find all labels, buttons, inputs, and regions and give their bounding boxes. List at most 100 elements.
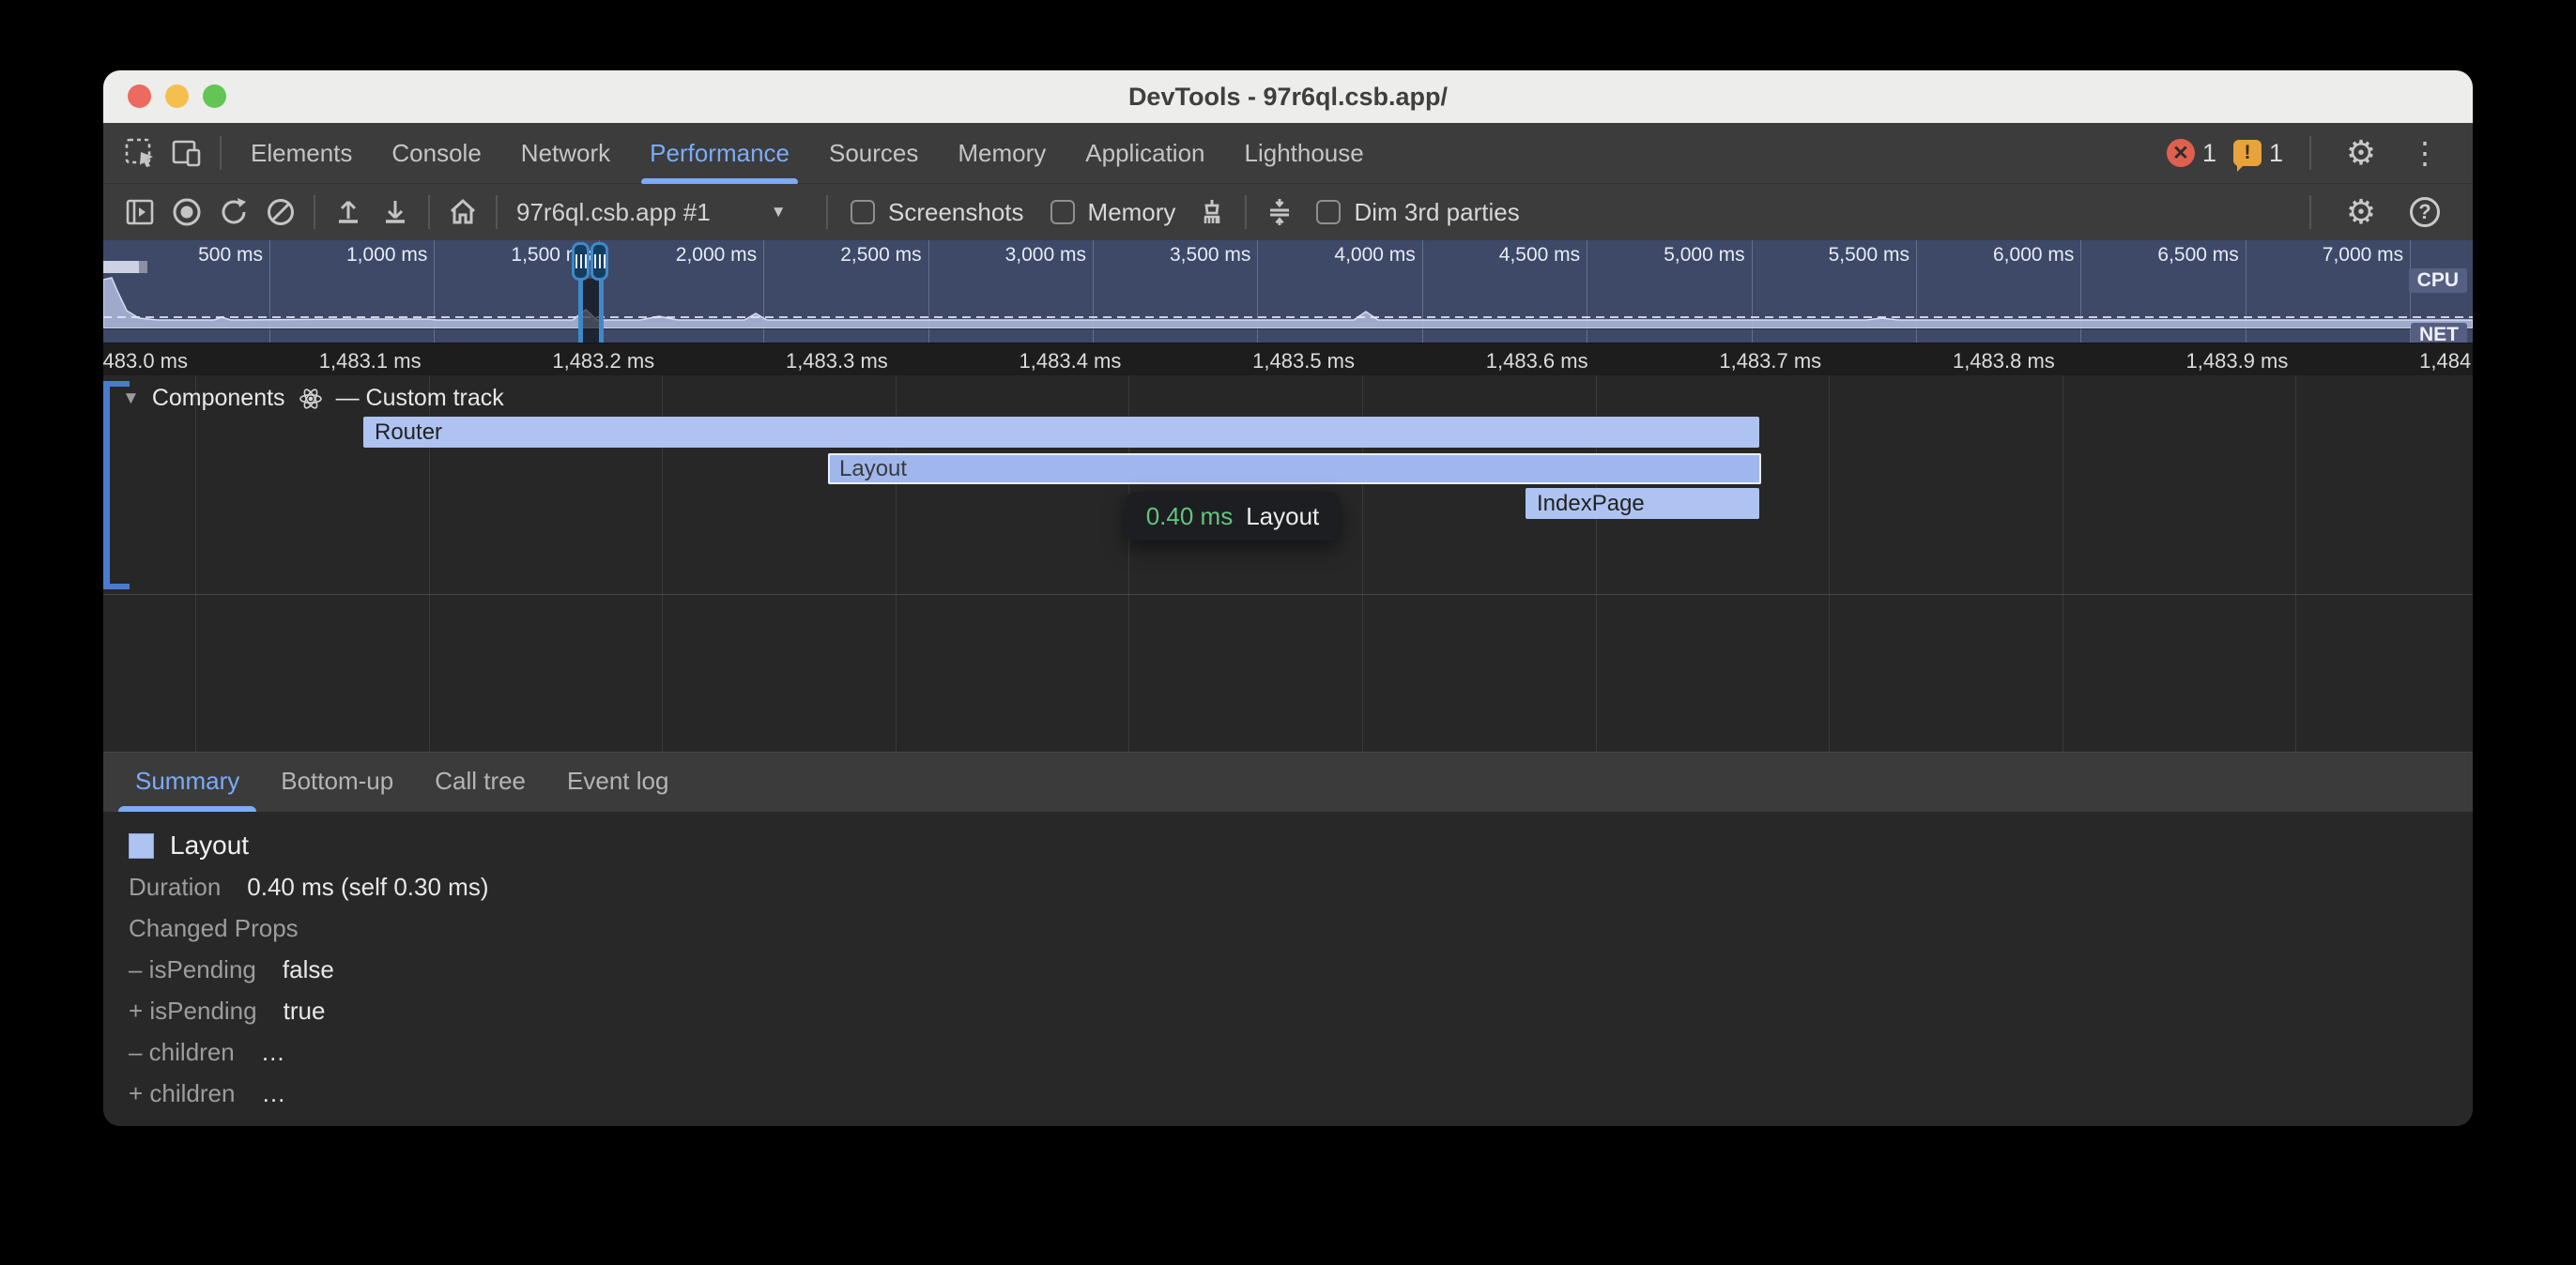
chevron-down-icon: ▼ xyxy=(771,203,787,221)
overview-tick-label: 1,000 ms xyxy=(277,244,427,267)
overview-tick-label: 4,000 ms xyxy=(1265,244,1416,267)
tab-lighthouse[interactable]: Lighthouse xyxy=(1225,123,1384,184)
net-lane-label: NET xyxy=(2411,323,2467,343)
summary-value: … xyxy=(261,1038,285,1067)
cpu-activity-chart xyxy=(103,267,2473,328)
tooltip-duration: 0.40 ms xyxy=(1146,502,1234,531)
track-divider xyxy=(103,594,2473,595)
overview-tick-label: 2,500 ms xyxy=(772,244,922,267)
close-window-button[interactable] xyxy=(128,84,151,108)
window-title: DevTools - 97r6ql.csb.app/ xyxy=(1128,83,1448,112)
cpu-lane-label: CPU xyxy=(2409,268,2467,293)
flamechart-gridline xyxy=(2062,375,2063,752)
tab-call-tree[interactable]: Call tree xyxy=(414,752,546,812)
flame-event-indexpage[interactable]: IndexPage xyxy=(1526,488,1759,519)
tab-elements[interactable]: Elements xyxy=(231,123,372,184)
upload-profile-icon[interactable] xyxy=(325,189,372,236)
target-selector-dropdown[interactable]: 97r6ql.csb.app #1 ▼ xyxy=(507,198,817,227)
overview-tick-label: 4,500 ms xyxy=(1430,244,1580,267)
ruler-tick-label: 1,483.7 ms xyxy=(1607,343,1821,375)
performance-toolbar: 97r6ql.csb.app #1 ▼ Screenshots Memory D… xyxy=(103,184,2473,240)
divider xyxy=(496,195,498,229)
divider xyxy=(826,195,828,229)
overview-tick-label: 2,000 ms xyxy=(606,244,757,267)
clear-icon[interactable] xyxy=(257,189,304,236)
tab-summary[interactable]: Summary xyxy=(115,752,260,812)
ruler-tick-label: 1,484.0 ms xyxy=(2308,343,2473,375)
download-profile-icon[interactable] xyxy=(372,189,419,236)
more-options-icon[interactable]: ⋮ xyxy=(2401,130,2448,176)
track-suffix: — Custom track xyxy=(336,385,504,412)
collapse-triangle-icon[interactable]: ▼ xyxy=(122,389,140,409)
toggle-sidebar-icon[interactable] xyxy=(116,189,163,236)
capture-settings-gear-icon[interactable]: ⚙ xyxy=(2338,189,2384,236)
tab-bottom-up[interactable]: Bottom-up xyxy=(260,752,414,812)
overview-tick-label: 6,500 ms xyxy=(2089,244,2239,267)
dim-3rd-parties-checkbox[interactable]: Dim 3rd parties xyxy=(1316,198,1519,227)
timeline-overview[interactable]: 500 ms1,000 ms1,500 ms2,000 ms2,500 ms3,… xyxy=(103,240,2473,343)
track-header[interactable]: ▼ Components — Custom track xyxy=(122,385,504,412)
overview-tick-label: 3,000 ms xyxy=(936,244,1086,267)
ruler-tick-label: 1,483.2 ms xyxy=(440,343,654,375)
divider xyxy=(2309,136,2311,170)
console-errors-badge[interactable]: ✕ 1 xyxy=(2167,139,2216,168)
selection-right-handle[interactable] xyxy=(590,242,608,281)
summary-row: – children… xyxy=(129,1031,2473,1073)
zoom-window-button[interactable] xyxy=(203,84,226,108)
inspect-element-icon[interactable] xyxy=(116,130,163,176)
ruler-tick-label: 1,483.1 ms xyxy=(207,343,422,375)
selection-left-handle[interactable] xyxy=(572,242,590,281)
error-icon: ✕ xyxy=(2167,139,2195,167)
tab-performance[interactable]: Performance xyxy=(630,123,809,184)
summary-key: – isPending xyxy=(129,955,256,984)
overview-tick-label: 5,500 ms xyxy=(1759,244,1909,267)
flamechart-area[interactable]: ▼ Components — Custom track Router Layout… xyxy=(103,375,2473,752)
device-toolbar-icon[interactable] xyxy=(163,130,210,176)
tooltip-label: Layout xyxy=(1246,502,1319,531)
devtools-window: DevTools - 97r6ql.csb.app/ ElementsConso… xyxy=(103,70,2473,1126)
minimize-window-button[interactable] xyxy=(165,84,189,108)
settings-gear-icon[interactable]: ⚙ xyxy=(2338,130,2384,176)
summary-key: + isPending xyxy=(129,997,257,1026)
summary-row: + isPendingtrue xyxy=(129,990,2473,1031)
garbage-collect-icon[interactable] xyxy=(1188,189,1235,236)
summary-row: – isPending false xyxy=(129,949,2473,990)
details-tabbar: SummaryBottom-upCall treeEvent log xyxy=(103,752,2473,812)
divider xyxy=(428,195,430,229)
flamechart-ruler: 1,483.0 ms1,483.1 ms1,483.2 ms1,483.3 ms… xyxy=(103,343,2473,375)
tab-sources[interactable]: Sources xyxy=(809,123,938,184)
home-icon[interactable] xyxy=(439,189,486,236)
summary-key: Changed Props xyxy=(129,914,299,943)
devtools-tabbar: ElementsConsoleNetworkPerformanceSources… xyxy=(103,123,2473,184)
record-icon[interactable] xyxy=(163,189,210,236)
summary-value: … xyxy=(261,1079,285,1108)
summary-key: + children xyxy=(129,1079,235,1108)
memory-checkbox[interactable]: Memory xyxy=(1050,198,1176,227)
tab-console[interactable]: Console xyxy=(372,123,500,184)
divider xyxy=(1245,195,1247,229)
react-atom-icon xyxy=(298,386,324,412)
collapse-tracks-icon[interactable] xyxy=(1256,189,1303,236)
event-tooltip: 0.40 ms Layout xyxy=(1126,492,1340,541)
flame-event-router[interactable]: Router xyxy=(363,417,1759,448)
tab-memory[interactable]: Memory xyxy=(938,123,1066,184)
event-color-swatch xyxy=(129,833,154,859)
ruler-tick-label: 1,483.8 ms xyxy=(1841,343,2055,375)
tab-application[interactable]: Application xyxy=(1066,123,1224,184)
help-icon[interactable]: ? xyxy=(2401,189,2448,236)
issues-badge[interactable]: ! 1 xyxy=(2233,139,2283,168)
summary-value: false xyxy=(283,955,334,984)
summary-row: + children … xyxy=(129,1073,2473,1114)
flame-event-layout[interactable]: Layout xyxy=(828,453,1761,484)
tab-network[interactable]: Network xyxy=(501,123,630,184)
tab-event-log[interactable]: Event log xyxy=(546,752,689,812)
screenshots-checkbox[interactable]: Screenshots xyxy=(851,198,1024,227)
overview-tick-label: 5,000 ms xyxy=(1595,244,1745,267)
screenshot-thumbnail xyxy=(103,261,139,273)
flamechart-gridline xyxy=(2295,375,2296,752)
reload-record-icon[interactable] xyxy=(210,189,257,236)
summary-row: Duration0.40 ms (self 0.30 ms) xyxy=(129,866,2473,907)
titlebar: DevTools - 97r6ql.csb.app/ xyxy=(103,70,2473,123)
summary-row: Changed Props xyxy=(129,907,2473,949)
divider xyxy=(314,195,315,229)
